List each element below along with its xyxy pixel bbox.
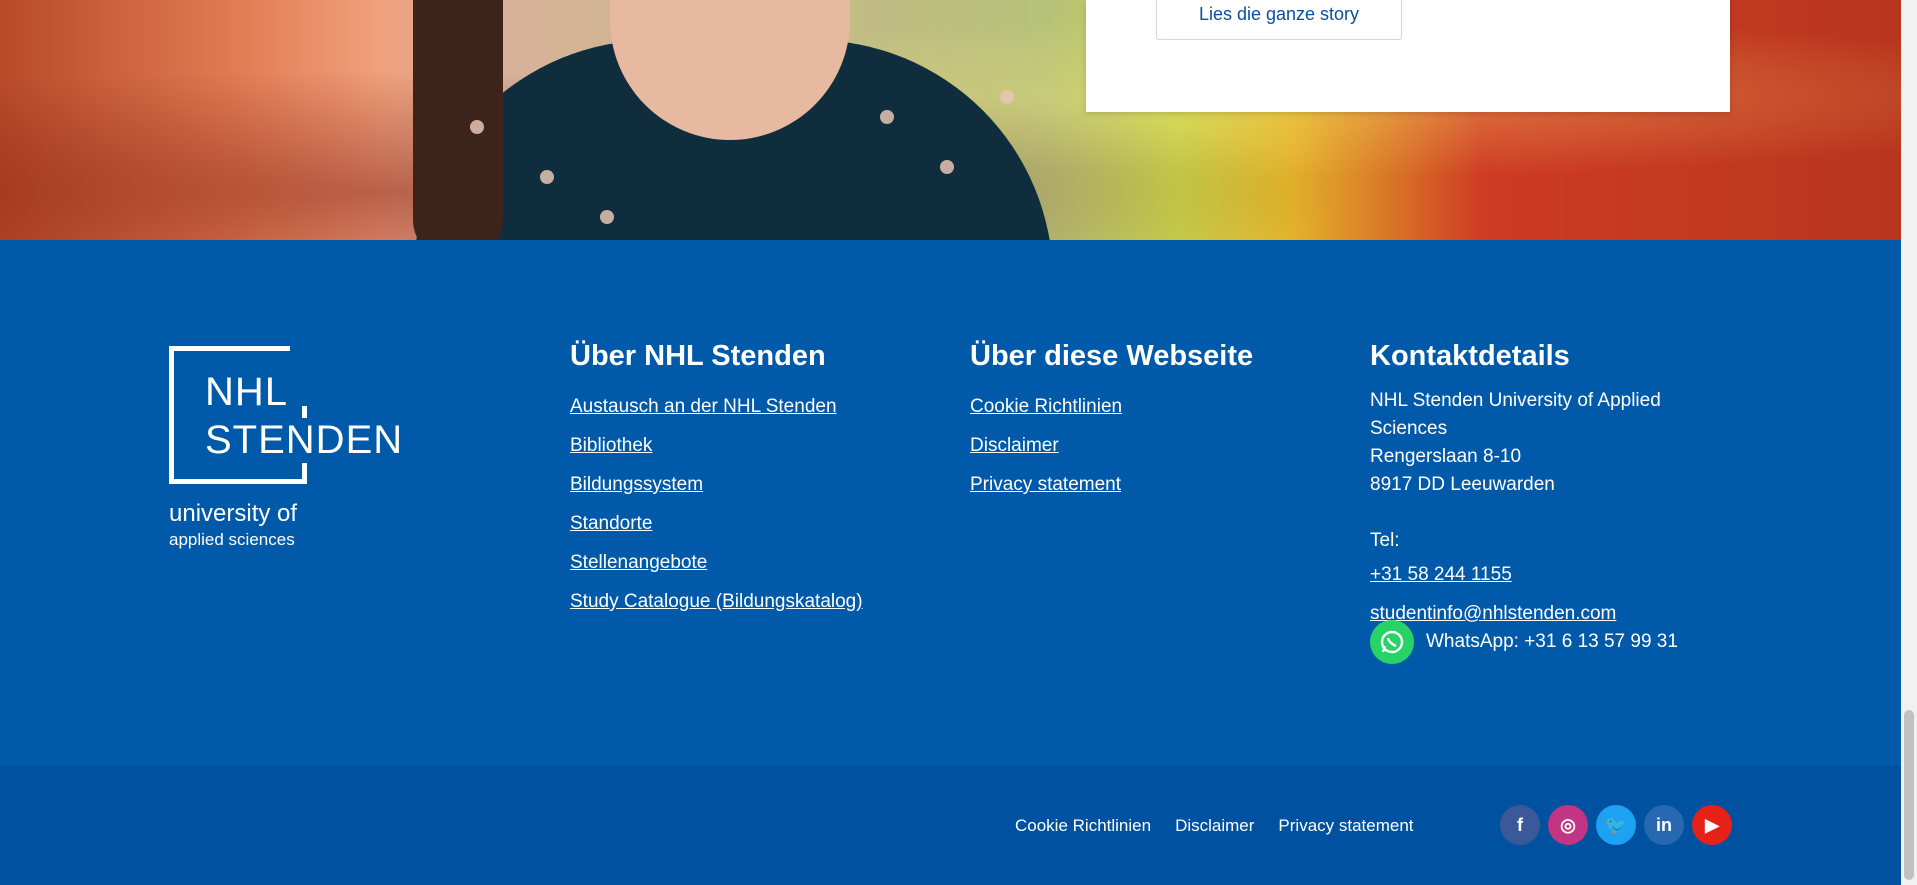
link-austausch[interactable]: Austausch an der NHL Stenden [570,387,863,426]
contact-org: NHL Stenden University of Applied Scienc… [1370,390,1661,439]
contact-street: Rengerslaan 8-10 [1370,446,1522,467]
footer-site-column: Über diese Webseite Cookie Richtlinien D… [970,340,1253,504]
linkedin-icon[interactable]: in [1644,805,1684,845]
contact-tel-label: Tel: [1370,530,1400,551]
footer-contact-column: Kontaktdetails NHL Stenden University of… [1370,340,1710,633]
logo-text-stenden: STENDEN [205,418,406,463]
read-story-button[interactable]: Lies die ganze story [1156,0,1402,40]
logo-frame-gap [290,346,310,406]
logo-text-university: university of [169,500,298,527]
link-bibliothek[interactable]: Bibliothek [570,426,863,465]
shirt-flower [1000,90,1014,104]
about-heading: Über NHL Stenden [570,340,826,372]
social-links: f ◎ 🐦 in ▶ [1500,805,1732,845]
link-study-catalogue[interactable]: Study Catalogue (Bildungskatalog) [570,582,863,621]
bottom-links: Cookie Richtlinien Disclaimer Privacy st… [1015,816,1414,836]
bottom-link-privacy[interactable]: Privacy statement [1278,816,1413,836]
youtube-icon[interactable]: ▶ [1692,805,1732,845]
whatsapp-contact[interactable]: WhatsApp: +31 6 13 57 99 31 [1370,620,1678,664]
whatsapp-number: WhatsApp: +31 6 13 57 99 31 [1426,631,1678,652]
person-hair [413,0,503,240]
footer-about-column: Über NHL Stenden Austausch an der NHL St… [570,340,863,621]
instagram-icon[interactable]: ◎ [1548,805,1588,845]
scrollbar-thumb[interactable] [1904,710,1914,880]
story-card: Lies die ganze story [1086,0,1730,112]
link-privacy-statement[interactable]: Privacy statement [970,465,1253,504]
facebook-icon[interactable]: f [1500,805,1540,845]
link-bildungssystem[interactable]: Bildungssystem [570,465,863,504]
whatsapp-icon [1370,620,1414,664]
logo-text-nhl: NHL [205,370,289,414]
shirt-flower [540,170,554,184]
bottom-link-cookie[interactable]: Cookie Richtlinien [1015,816,1151,836]
link-disclaimer[interactable]: Disclaimer [970,426,1253,465]
shirt-flower [880,110,894,124]
logo-frame [169,346,307,484]
logo-text-applied-sciences: applied sciences [169,530,295,549]
shirt-flower [600,210,614,224]
site-heading: Über diese Webseite [970,340,1254,372]
contact-phone-row: Tel: +31 58 244 1155 [1370,527,1710,594]
contact-city: 8917 DD Leeuwarden [1370,474,1555,495]
contact-heading: Kontaktdetails [1370,340,1570,372]
link-standorte[interactable]: Standorte [570,504,863,543]
contact-phone-link[interactable]: +31 58 244 1155 [1370,555,1710,594]
bottom-link-disclaimer[interactable]: Disclaimer [1175,816,1254,836]
shirt-flower [470,120,484,134]
link-cookie-richtlinien[interactable]: Cookie Richtlinien [970,387,1253,426]
shirt-flower [940,160,954,174]
twitter-icon[interactable]: 🐦 [1596,805,1636,845]
link-stellenangebote[interactable]: Stellenangebote [570,543,863,582]
